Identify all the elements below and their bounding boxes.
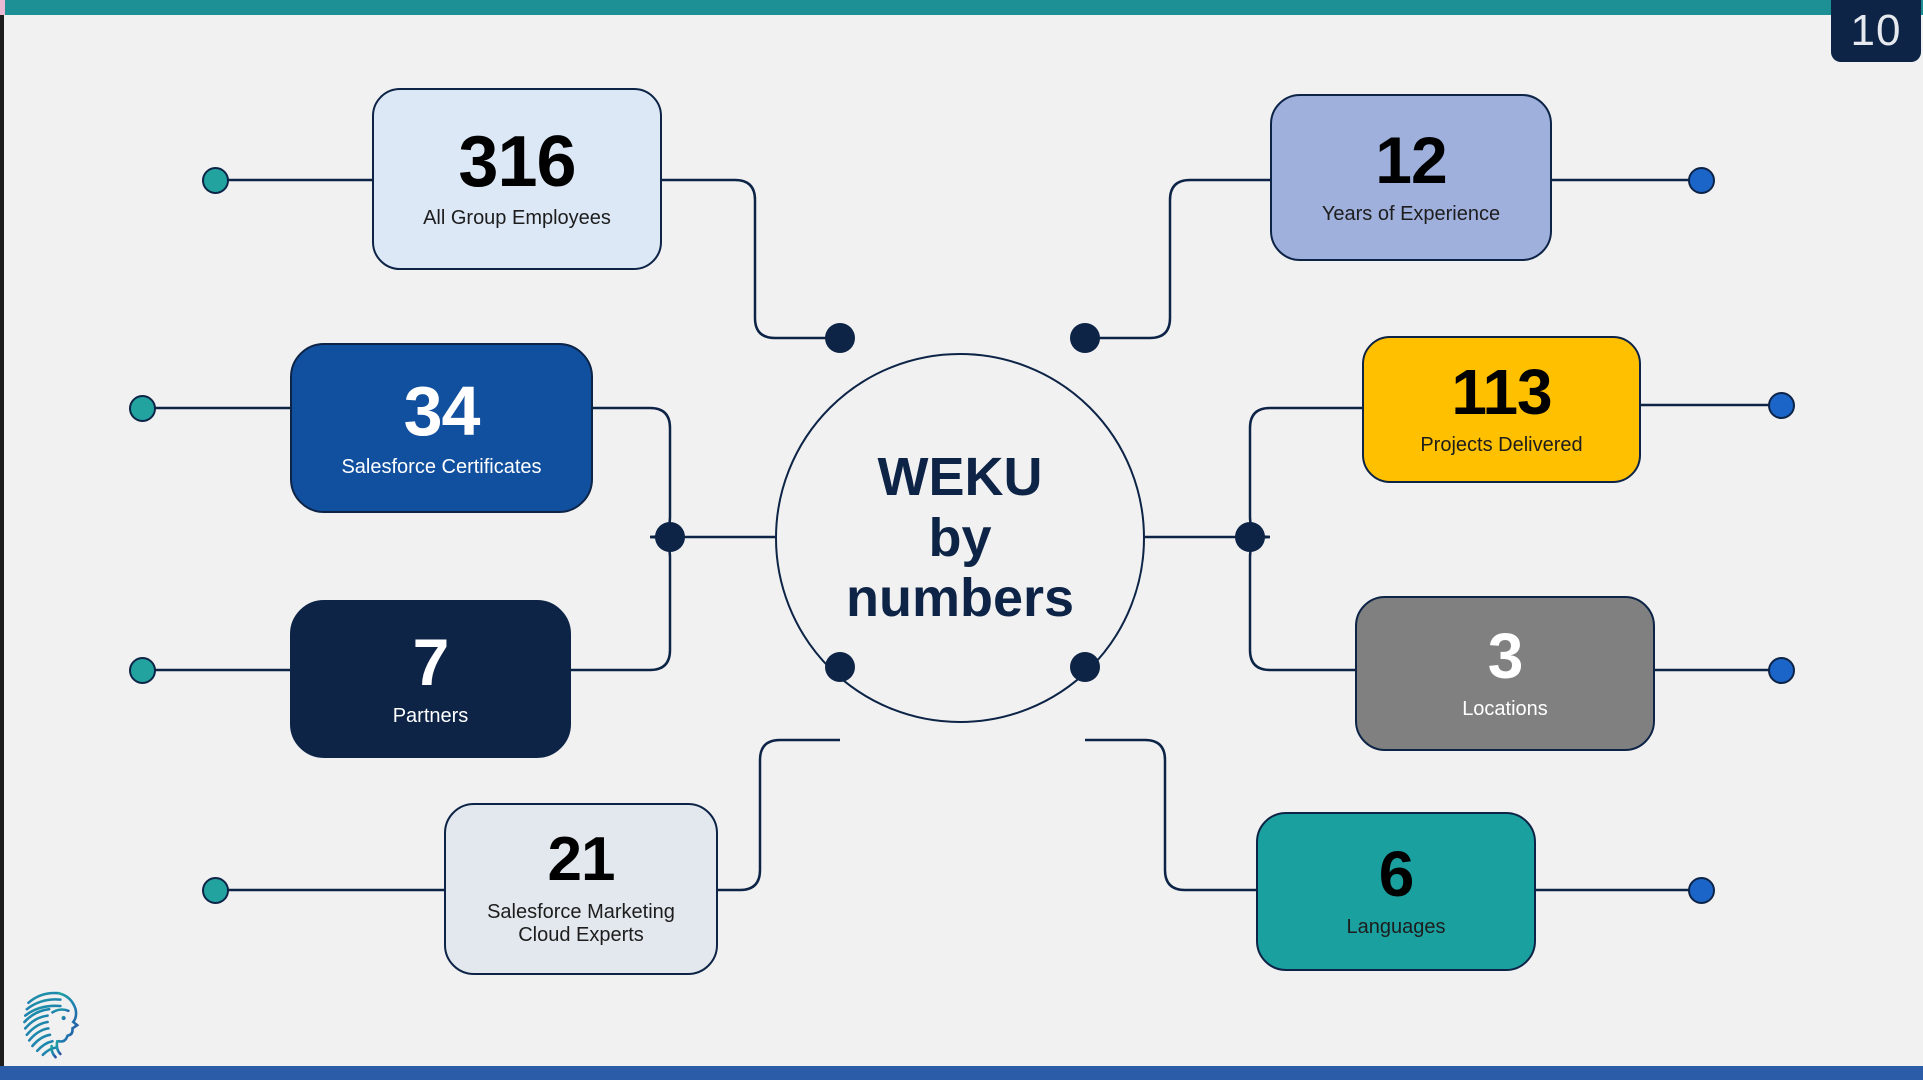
stat-label: Projects Delivered	[1420, 434, 1583, 457]
weku-head-profile-logo	[23, 991, 80, 1059]
stat-label: Locations	[1462, 698, 1548, 721]
stat-value: 316	[458, 121, 576, 202]
hub-node-top-left	[825, 323, 855, 353]
endpoint-dot-6[interactable]	[1688, 877, 1715, 904]
stat-card-113[interactable]: 113 Projects Delivered	[1362, 336, 1641, 483]
endpoint-dot-113[interactable]	[1768, 392, 1795, 419]
wire-hub-to-6	[1085, 738, 1256, 892]
page-number-badge: 10	[1831, 0, 1921, 62]
stat-card-21[interactable]: 21 Salesforce Marketing Cloud Experts	[444, 803, 718, 975]
stat-value: 113	[1451, 356, 1552, 429]
trunk-node-right	[1235, 522, 1265, 552]
stat-card-7[interactable]: 7 Partners	[290, 600, 571, 758]
slide-canvas: 10 WEKU by numbers 316 All Group Employe…	[0, 0, 1923, 1080]
wire-hub-to-12	[1085, 178, 1270, 340]
wire-7-to-trunk	[571, 535, 672, 672]
wire-21-to-hub	[718, 738, 840, 892]
stat-card-34[interactable]: 34 Salesforce Certificates	[290, 343, 593, 513]
stat-value: 7	[412, 624, 450, 699]
stat-value: 6	[1378, 838, 1415, 911]
hub-node-top-right	[1070, 323, 1100, 353]
hub-node-bottom-left	[825, 652, 855, 682]
stat-value: 3	[1487, 620, 1524, 693]
stat-value: 34	[403, 371, 481, 450]
trunk-node-left	[655, 522, 685, 552]
wire-trunk-to-3	[1248, 535, 1355, 672]
hub-title: WEKU by numbers	[845, 447, 1075, 629]
wire-trunk-to-113	[1248, 406, 1362, 539]
stat-card-12[interactable]: 12 Years of Experience	[1270, 94, 1552, 261]
stat-label: Years of Experience	[1321, 203, 1501, 226]
stat-label: Languages	[1346, 916, 1446, 939]
wire-316-to-hub	[662, 178, 840, 340]
wire-34-to-trunk	[593, 406, 672, 539]
endpoint-dot-21[interactable]	[202, 877, 229, 904]
stat-label: Salesforce Certificates	[341, 455, 542, 478]
endpoint-dot-34[interactable]	[129, 395, 156, 422]
endpoint-dot-12[interactable]	[1688, 167, 1715, 194]
endpoint-dot-3[interactable]	[1768, 657, 1795, 684]
stat-card-3[interactable]: 3 Locations	[1355, 596, 1655, 751]
stat-label: All Group Employees	[423, 207, 611, 230]
hub-node-bottom-right	[1070, 652, 1100, 682]
stat-card-316[interactable]: 316 All Group Employees	[372, 88, 662, 270]
endpoint-dot-7[interactable]	[129, 657, 156, 684]
stat-label: Partners	[392, 704, 469, 727]
stat-value: 12	[1375, 123, 1447, 198]
endpoint-dot-316[interactable]	[202, 167, 229, 194]
stat-label: Salesforce Marketing Cloud Experts	[487, 900, 675, 947]
stat-value: 21	[547, 825, 616, 895]
stat-card-6[interactable]: 6 Languages	[1256, 812, 1536, 971]
